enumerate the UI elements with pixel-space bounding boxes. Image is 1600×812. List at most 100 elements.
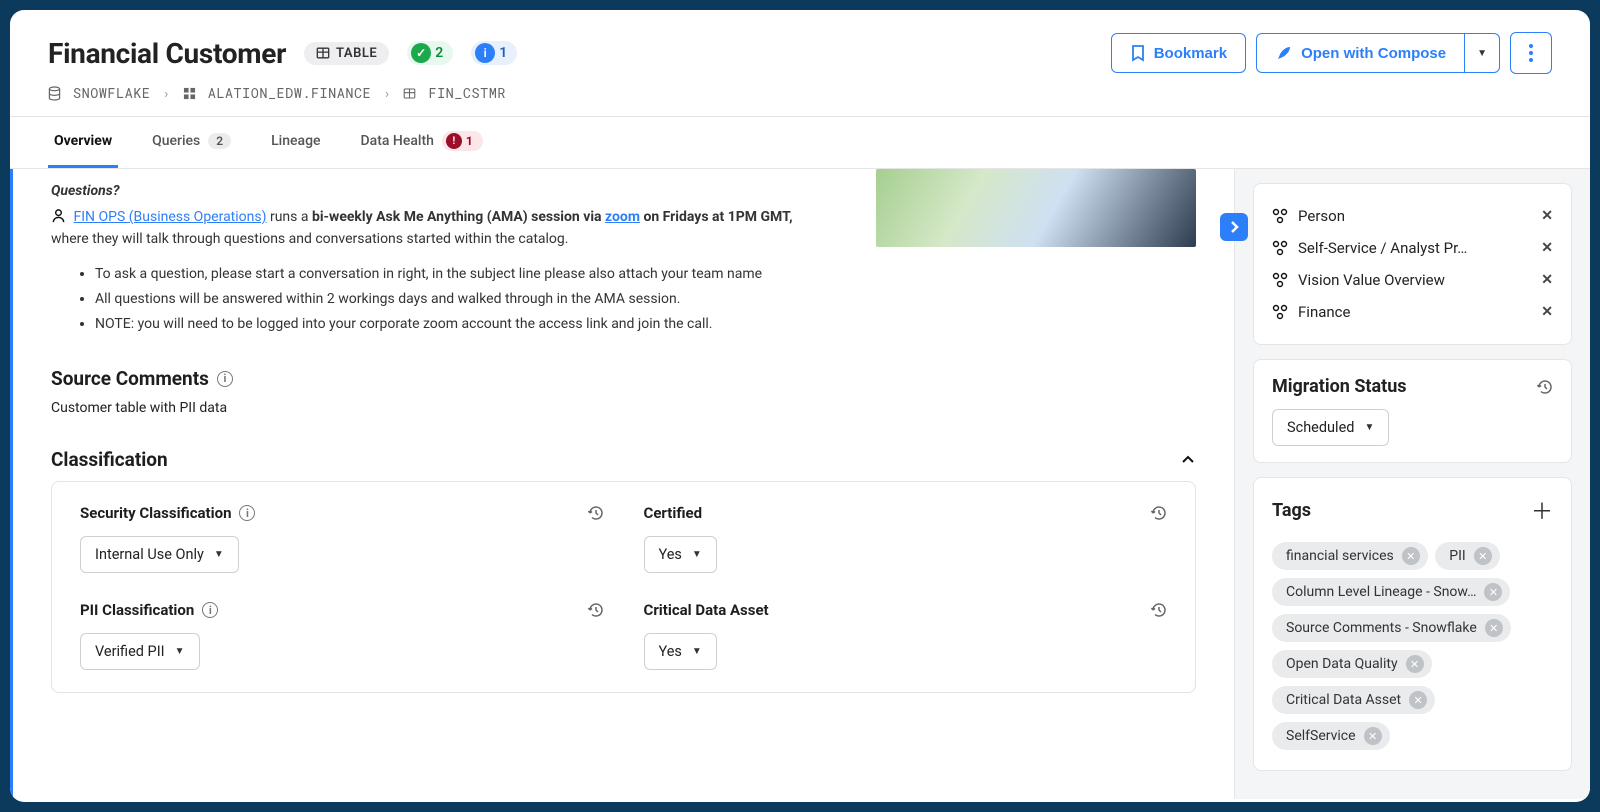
history-icon[interactable] [588, 505, 604, 521]
add-tag-button[interactable]: ＋ [1531, 494, 1553, 526]
history-icon[interactable] [1537, 379, 1553, 395]
critical-data-asset-field: Critical Data Asset Yes ▼ [644, 601, 1168, 670]
source-comments-heading: Source Comments i [51, 367, 1196, 390]
app-window: Financial Customer TABLE ✓ 2 i 1 Bookmar… [10, 10, 1590, 802]
caret-down-icon: ▼ [1477, 48, 1487, 59]
tag-chip[interactable]: Open Data Quality ✕ [1272, 650, 1432, 678]
remove-domain-button[interactable]: ✕ [1541, 208, 1553, 224]
tabs: Overview Queries 2 Lineage Data Health !… [10, 117, 1590, 169]
breadcrumb-db[interactable]: SNOWFLAKE [73, 84, 150, 102]
main-content: Questions? FIN OPS (Business Operations)… [10, 169, 1234, 802]
tags-card: Tags ＋ financial services ✕ PII ✕ [1253, 477, 1572, 771]
tag-chip[interactable]: financial services ✕ [1272, 542, 1428, 570]
history-icon[interactable] [1151, 602, 1167, 618]
chevron-up-icon[interactable] [1180, 452, 1196, 468]
database-icon [48, 86, 61, 101]
questions-text: FIN OPS (Business Operations) runs a bi-… [51, 207, 831, 250]
remove-tag-button[interactable]: ✕ [1406, 655, 1424, 673]
tags-list: financial services ✕ PII ✕ Column Level … [1272, 538, 1553, 754]
info-icon: i [475, 43, 495, 63]
tab-lineage[interactable]: Lineage [265, 117, 326, 168]
tag-chip[interactable]: Source Comments - Snowflake ✕ [1272, 614, 1511, 642]
domain-icon [1272, 240, 1288, 256]
breadcrumb: SNOWFLAKE › ALATION_EDW.FINANCE › FIN_CS… [48, 84, 1552, 102]
info-icon[interactable]: i [239, 505, 255, 521]
domain-item: Finance ✕ [1272, 296, 1553, 328]
title-row: Financial Customer TABLE ✓ 2 i 1 Bookmar… [48, 32, 1552, 74]
classification-section: Classification Security Classification i [51, 448, 1196, 693]
remove-domain-button[interactable]: ✕ [1541, 272, 1553, 288]
certified-select[interactable]: Yes ▼ [644, 536, 717, 573]
trust-ok-badge[interactable]: ✓ 2 [407, 41, 453, 65]
body: Questions? FIN OPS (Business Operations)… [10, 169, 1590, 802]
certified-field: Certified Yes ▼ [644, 504, 1168, 573]
tab-overview[interactable]: Overview [48, 117, 118, 168]
hero-image [876, 169, 1196, 247]
breadcrumb-table[interactable]: FIN_CSTMR [428, 84, 505, 102]
bookmark-icon [1130, 44, 1146, 62]
history-icon[interactable] [588, 602, 604, 618]
info-icon[interactable]: i [217, 371, 233, 387]
pii-classification-select[interactable]: Verified PII ▼ [80, 633, 200, 670]
queries-count-badge: 2 [208, 133, 231, 149]
type-badge: TABLE [304, 42, 389, 65]
tags-title: Tags [1272, 500, 1311, 521]
remove-tag-button[interactable]: ✕ [1364, 727, 1382, 745]
source-comments-text: Customer table with PII data [51, 400, 1196, 416]
schema-icon [183, 87, 196, 100]
trust-info-badge[interactable]: i 1 [471, 41, 517, 65]
remove-tag-button[interactable]: ✕ [1484, 583, 1502, 601]
migration-status-select[interactable]: Scheduled ▼ [1272, 409, 1389, 446]
chevron-right-icon: › [383, 84, 391, 102]
remove-tag-button[interactable]: ✕ [1474, 547, 1492, 565]
person-icon [51, 208, 66, 223]
remove-domain-button[interactable]: ✕ [1541, 240, 1553, 256]
tag-chip[interactable]: SelfService ✕ [1272, 722, 1390, 750]
remove-domain-button[interactable]: ✕ [1541, 304, 1553, 320]
zoom-link[interactable]: zoom [605, 209, 640, 225]
questions-section: Questions? FIN OPS (Business Operations)… [51, 183, 1196, 335]
feather-icon [1275, 44, 1293, 62]
header-actions: Bookmark Open with Compose ▼ [1111, 32, 1552, 74]
tag-chip[interactable]: Critical Data Asset ✕ [1272, 686, 1435, 714]
list-item: NOTE: you will need to be logged into yo… [95, 314, 1196, 335]
page-header: Financial Customer TABLE ✓ 2 i 1 Bookmar… [10, 10, 1590, 117]
breadcrumb-schema[interactable]: ALATION_EDW.FINANCE [208, 84, 371, 102]
open-with-compose-button[interactable]: Open with Compose [1256, 33, 1465, 73]
security-classification-select[interactable]: Internal Use Only ▼ [80, 536, 239, 573]
source-comments-section: Source Comments i Customer table with PI… [51, 367, 1196, 416]
chevron-right-icon: › [162, 84, 170, 102]
remove-tag-button[interactable]: ✕ [1485, 619, 1503, 637]
domains-card: Person ✕ Self-Service / Analyst Pr… ✕ [1253, 183, 1572, 345]
migration-status-title: Migration Status [1272, 376, 1407, 397]
sidebar-wrapper: Person ✕ Self-Service / Analyst Pr… ✕ [1234, 169, 1590, 802]
remove-tag-button[interactable]: ✕ [1409, 691, 1427, 709]
collapse-sidebar-button[interactable] [1220, 213, 1248, 241]
domain-item: Vision Value Overview ✕ [1272, 264, 1553, 296]
chevron-right-icon [1229, 221, 1239, 233]
caret-down-icon: ▼ [214, 549, 224, 560]
domain-item: Person ✕ [1272, 200, 1553, 232]
info-icon[interactable]: i [202, 602, 218, 618]
more-vertical-icon [1529, 44, 1533, 62]
tag-chip[interactable]: Column Level Lineage - Snow… ✕ [1272, 578, 1510, 606]
caret-down-icon: ▼ [692, 646, 702, 657]
tab-data-health[interactable]: Data Health ! 1 [355, 117, 489, 168]
remove-tag-button[interactable]: ✕ [1402, 547, 1420, 565]
more-menu-button[interactable] [1510, 32, 1552, 74]
critical-data-asset-select[interactable]: Yes ▼ [644, 633, 717, 670]
data-health-alert-badge: ! 1 [442, 131, 483, 151]
caret-down-icon: ▼ [692, 549, 702, 560]
domain-icon [1272, 272, 1288, 288]
domain-icon [1272, 304, 1288, 320]
sidebar: Person ✕ Self-Service / Analyst Pr… ✕ [1234, 169, 1590, 799]
list-item: To ask a question, please start a conver… [95, 264, 1196, 285]
compose-dropdown-button[interactable]: ▼ [1465, 33, 1500, 73]
pii-classification-field: PII Classification i Verified PII ▼ [80, 601, 604, 670]
alert-icon: ! [446, 133, 462, 149]
tag-chip[interactable]: PII ✕ [1435, 542, 1499, 570]
fin-ops-link[interactable]: FIN OPS (Business Operations) [73, 209, 266, 225]
history-icon[interactable] [1151, 505, 1167, 521]
tab-queries[interactable]: Queries 2 [146, 117, 237, 168]
bookmark-button[interactable]: Bookmark [1111, 33, 1246, 73]
